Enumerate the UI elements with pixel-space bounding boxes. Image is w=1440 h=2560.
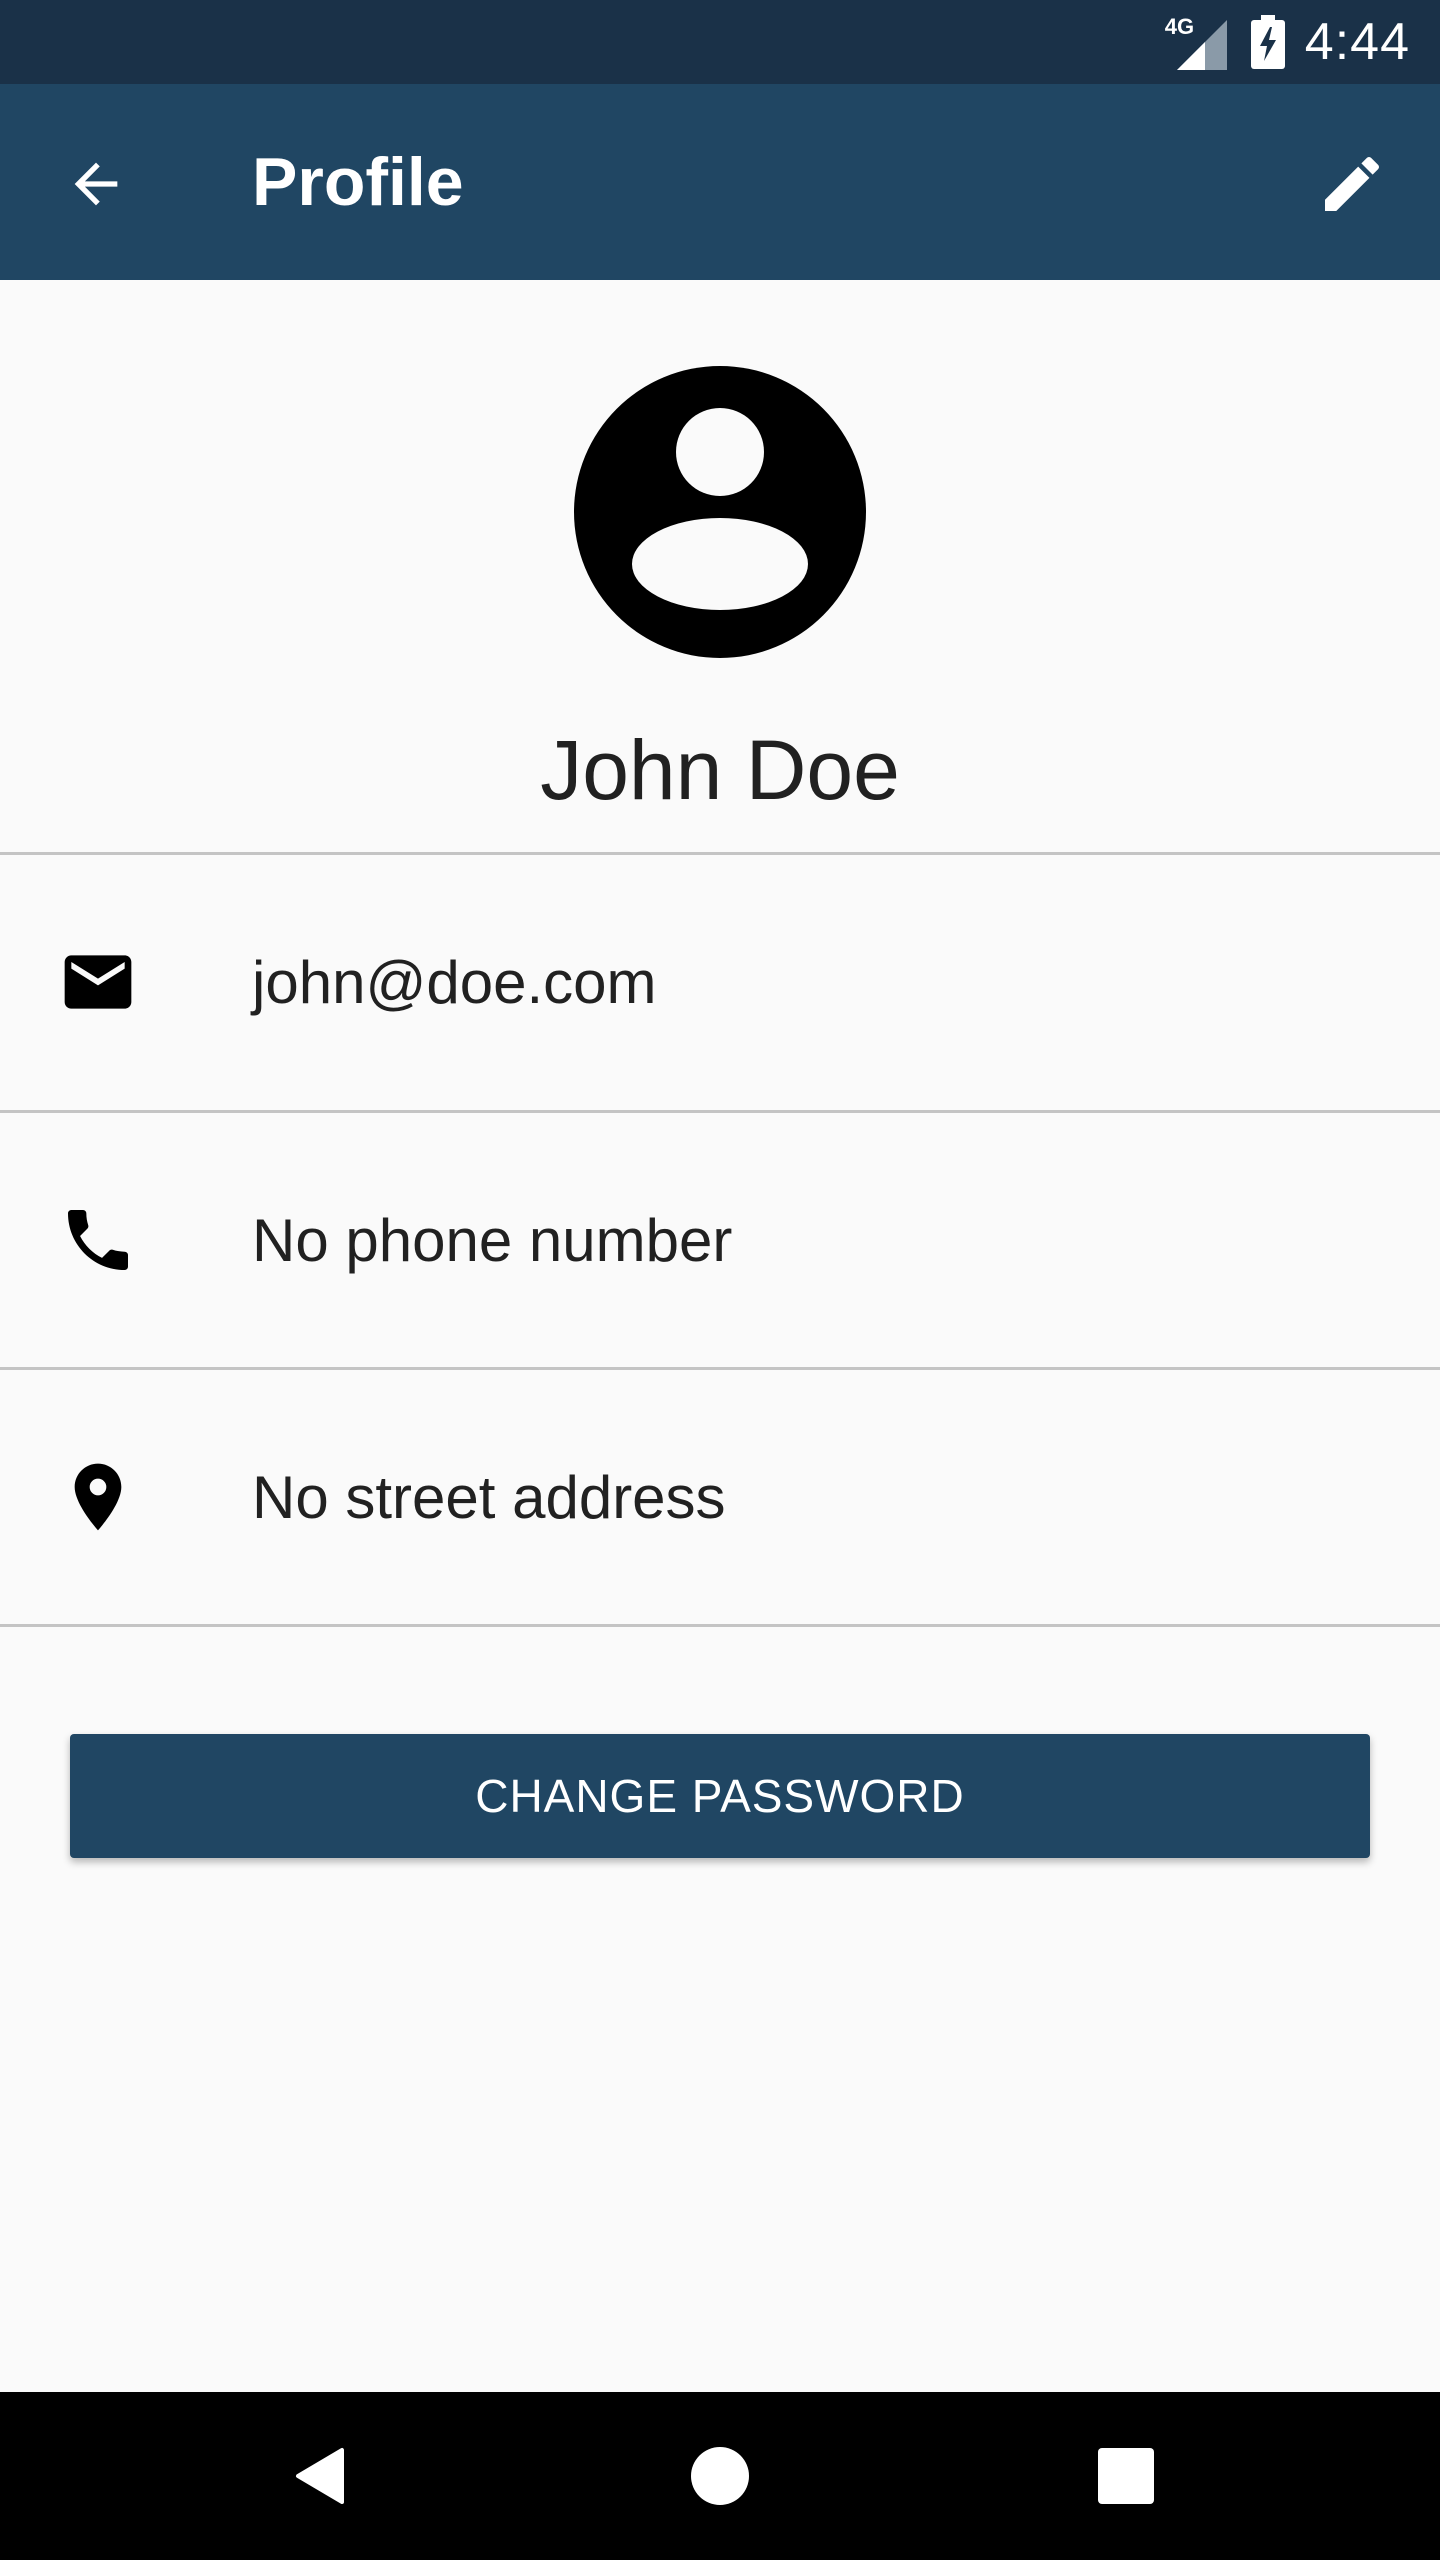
clock: 4:44 (1304, 13, 1410, 71)
email-value: john@doe.com (252, 948, 657, 1016)
email-row[interactable]: john@doe.com (0, 855, 1440, 1109)
signal-icon (1176, 20, 1227, 70)
phone-icon (68, 1210, 128, 1270)
status-bar: 4G 4:44 (0, 0, 1440, 84)
phone-value: No phone number (252, 1206, 733, 1274)
change-password-button[interactable]: CHANGE PASSWORD (70, 1734, 1370, 1858)
arrow-back-icon[interactable] (64, 152, 128, 216)
nav-recents-icon[interactable] (1086, 2436, 1166, 2516)
address-value: No street address (252, 1463, 726, 1531)
nav-back-icon[interactable] (284, 2436, 364, 2516)
phone-row[interactable]: No phone number (0, 1113, 1440, 1367)
divider (0, 1624, 1440, 1627)
address-row[interactable]: No street address (0, 1370, 1440, 1624)
page-title: Profile (252, 144, 464, 220)
pencil-icon[interactable] (1316, 148, 1388, 220)
network-indicator: 4G (1165, 14, 1227, 70)
account-circle-icon (574, 366, 866, 658)
mail-icon (64, 955, 132, 1009)
profile-name: John Doe (540, 723, 900, 817)
app-bar: Profile (0, 84, 1440, 280)
nav-home-icon[interactable] (680, 2436, 760, 2516)
navigation-bar (0, 2392, 1440, 2560)
location-pin-icon (74, 1463, 122, 1531)
battery-charging-icon (1250, 15, 1285, 69)
